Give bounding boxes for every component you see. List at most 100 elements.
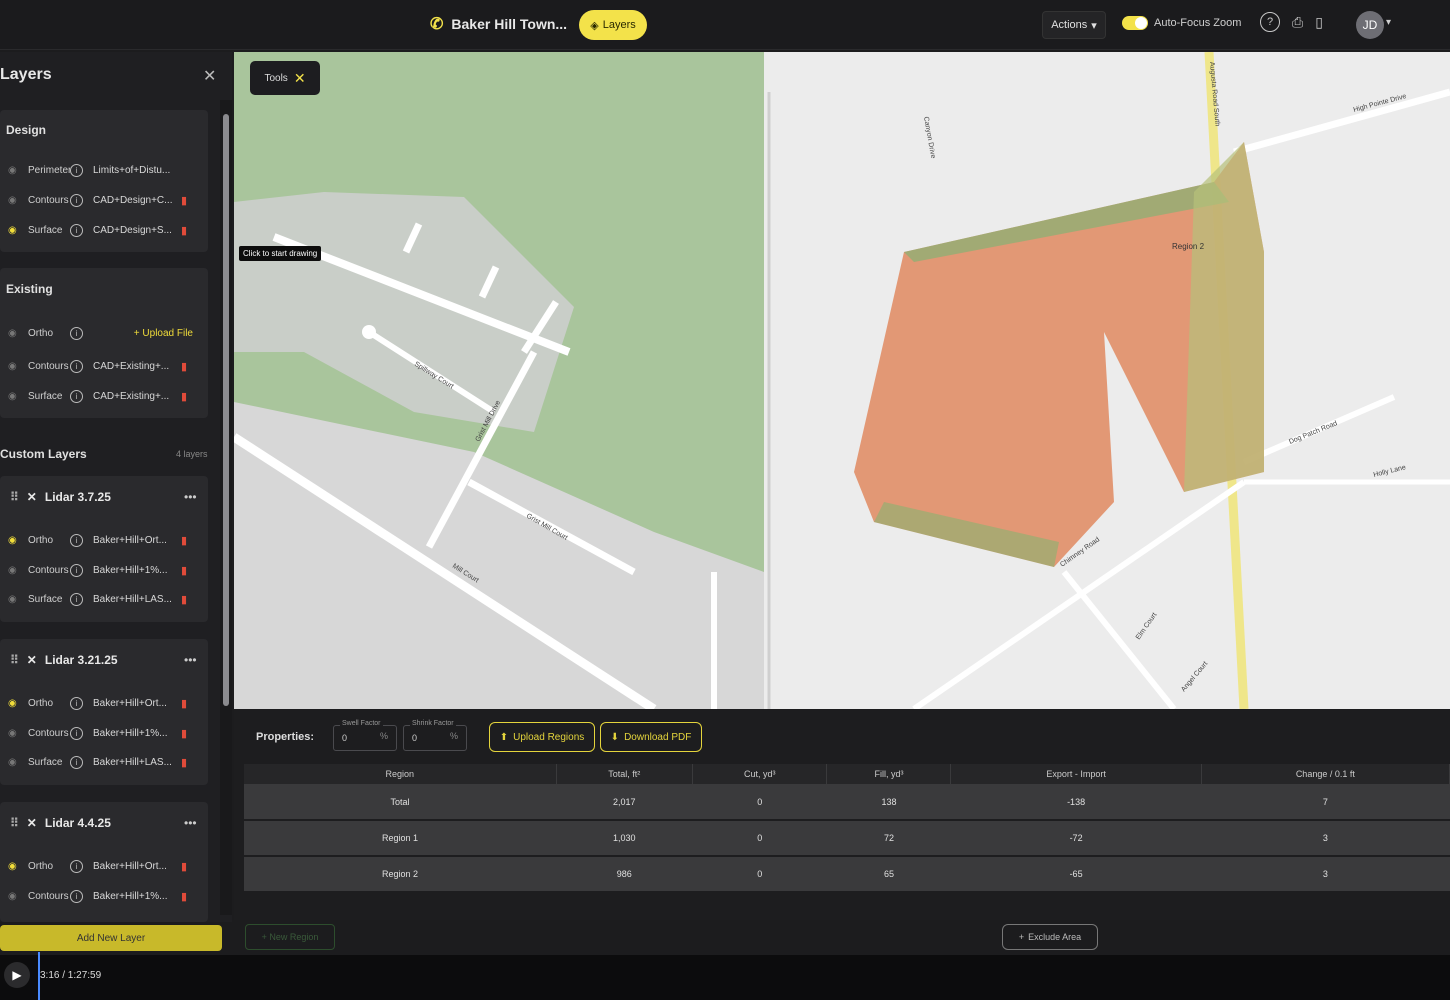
exclude-area-button[interactable]: + Exclude Area	[1002, 924, 1098, 950]
shrink-factor-field[interactable]: Shrink Factor 0 %	[403, 720, 467, 751]
map-canvas[interactable]: Region 2 Spillway Court Grist Mill Drive…	[234, 52, 1450, 709]
layer-row[interactable]: ◉ Contours i Baker+Hill+1%... ▮	[8, 562, 198, 578]
eye-icon[interactable]: ◉	[8, 861, 22, 872]
trash-icon[interactable]: ▮	[181, 360, 191, 373]
eye-icon[interactable]: ◉	[8, 535, 22, 546]
top-icon-group: ? ⎙ ▯	[1260, 12, 1323, 32]
info-icon[interactable]: i	[70, 696, 83, 710]
lidar-header[interactable]: ⠿ ✕ Lidar 4.4.25	[10, 816, 111, 830]
info-icon[interactable]: i	[70, 755, 83, 769]
layer-row[interactable]: ◉ Surface i Baker+Hill+LAS... ▮	[8, 591, 198, 607]
layer-row[interactable]: ◉ Ortho i Baker+Hill+Ort... ▮	[8, 532, 198, 548]
trash-icon[interactable]: ▮	[181, 194, 191, 207]
drag-handle-icon[interactable]: ⠿	[10, 490, 19, 504]
upload-regions-button[interactable]: ⬆ Upload Regions	[489, 722, 595, 752]
project-title[interactable]: ✆ Baker Hill Town...	[430, 14, 567, 34]
info-icon[interactable]: i	[70, 533, 83, 547]
download-pdf-button[interactable]: ⬇ Download PDF	[600, 722, 702, 752]
drag-handle-icon[interactable]: ⠿	[10, 816, 19, 830]
chevron-down-icon[interactable]: ▾	[1386, 17, 1391, 28]
eye-off-icon[interactable]: ◉	[8, 165, 22, 176]
eye-off-icon[interactable]: ◉	[8, 361, 22, 372]
layer-row[interactable]: ◉ Surface i CAD+Existing+... ▮	[8, 388, 198, 404]
autofocus-toggle-group[interactable]: Auto-Focus Zoom	[1122, 16, 1241, 30]
info-icon[interactable]: i	[70, 326, 83, 340]
layer-row[interactable]: ◉ Contours i Baker+Hill+1%... ▮	[8, 888, 198, 904]
layer-name: Surface	[28, 756, 63, 768]
play-icon[interactable]: ▶	[4, 962, 30, 988]
panel-scrollbar-thumb[interactable]	[223, 114, 229, 706]
trash-icon[interactable]: ▮	[181, 534, 191, 547]
layer-row[interactable]: ◉ Contours i CAD+Design+C... ▮	[8, 192, 198, 208]
trash-icon[interactable]: ▮	[181, 593, 191, 606]
layer-row[interactable]: ◉ Surface i Baker+Hill+LAS... ▮	[8, 754, 198, 770]
trash-icon[interactable]: ▮	[181, 890, 191, 903]
more-icon[interactable]: •••	[184, 816, 197, 830]
drag-handle-icon[interactable]: ⠿	[10, 653, 19, 667]
info-icon[interactable]: i	[70, 223, 83, 237]
layer-row[interactable]: ◉ Ortho i Baker+Hill+Ort... ▮	[8, 695, 198, 711]
eye-off-icon[interactable]: ◉	[8, 594, 22, 605]
add-new-layer-button[interactable]: Add New Layer	[0, 925, 222, 951]
eye-icon[interactable]: ◉	[8, 698, 22, 709]
trash-icon[interactable]: ▮	[181, 727, 191, 740]
trash-icon[interactable]: ▮	[181, 860, 191, 873]
eye-off-icon[interactable]: ◉	[8, 328, 22, 339]
info-icon[interactable]: i	[70, 193, 83, 207]
swell-factor-field[interactable]: Swell Factor 0 %	[333, 720, 397, 751]
print-icon[interactable]: ⎙	[1292, 14, 1303, 31]
layer-row[interactable]: ◉ Ortho i Baker+Hill+Ort... ▮	[8, 858, 198, 874]
layer-row[interactable]: ◉ Perimeter i Limits+of+Distu...	[8, 162, 198, 178]
eye-icon[interactable]: ◉	[8, 225, 22, 236]
info-icon[interactable]: i	[70, 389, 83, 403]
trash-icon[interactable]: ▮	[181, 390, 191, 403]
trash-icon[interactable]: ▮	[181, 224, 191, 237]
info-icon[interactable]: i	[70, 163, 83, 177]
design-heading: Design	[6, 123, 47, 137]
table-row[interactable]: Region 2 986 0 65 -65 3	[244, 856, 1450, 893]
new-region-button[interactable]: + New Region	[245, 924, 335, 950]
table-cell: -65	[950, 856, 1202, 893]
eye-off-icon[interactable]: ◉	[8, 891, 22, 902]
more-icon[interactable]: •••	[184, 653, 197, 667]
info-icon[interactable]: i	[70, 726, 83, 740]
cul-de-sac	[362, 325, 376, 339]
info-icon[interactable]: i	[70, 563, 83, 577]
close-icon[interactable]: ✕	[203, 66, 216, 86]
eye-off-icon[interactable]: ◉	[8, 391, 22, 402]
avatar[interactable]: JD	[1356, 11, 1384, 39]
info-icon[interactable]: i	[70, 359, 83, 373]
trash-icon[interactable]: ▮	[181, 756, 191, 769]
actions-dropdown[interactable]: Actions ▾	[1042, 11, 1106, 39]
trash-icon[interactable]: ▮	[181, 564, 191, 577]
document-icon[interactable]: ▯	[1315, 14, 1323, 31]
autofocus-toggle[interactable]	[1122, 16, 1148, 30]
eye-off-icon[interactable]: ◉	[8, 195, 22, 206]
layer-name: Surface	[28, 224, 63, 236]
table-cell: 0	[692, 784, 827, 821]
help-icon[interactable]: ?	[1260, 12, 1280, 32]
table-row[interactable]: Region 1 1,030 0 72 -72 3	[244, 820, 1450, 857]
tools-button[interactable]: Tools ✕	[250, 61, 320, 95]
layer-row[interactable]: ◉ Ortho i + Upload File	[8, 325, 198, 341]
info-icon[interactable]: i	[70, 859, 83, 873]
layers-toggle-button[interactable]: ◈ Layers	[579, 10, 647, 40]
more-icon[interactable]: •••	[184, 490, 197, 504]
eye-off-icon[interactable]: ◉	[8, 757, 22, 768]
eye-off-icon[interactable]: ◉	[8, 728, 22, 739]
table-row[interactable]: Total 2,017 0 138 -138 7	[244, 784, 1450, 821]
plus-icon: +	[1018, 932, 1025, 942]
info-icon[interactable]: i	[70, 889, 83, 903]
table-cell: 65	[826, 856, 951, 893]
layer-name: Perimeter	[28, 164, 70, 176]
layer-row[interactable]: ◉ Surface i CAD+Design+S... ▮	[8, 222, 198, 238]
trash-icon[interactable]: ▮	[181, 697, 191, 710]
eye-off-icon[interactable]: ◉	[8, 565, 22, 576]
layer-row[interactable]: ◉ Contours i CAD+Existing+... ▮	[8, 358, 198, 374]
lidar-header[interactable]: ⠿ ✕ Lidar 3.7.25	[10, 490, 111, 504]
info-icon[interactable]: i	[70, 592, 83, 606]
layer-row[interactable]: ◉ Contours i Baker+Hill+1%... ▮	[8, 725, 198, 741]
lidar-group: ⠿ ✕ Lidar 3.21.25 ••• ◉ Ortho i Baker+Hi…	[0, 639, 208, 785]
lidar-header[interactable]: ⠿ ✕ Lidar 3.21.25	[10, 653, 118, 667]
upload-file-button[interactable]: + Upload File	[93, 328, 193, 339]
